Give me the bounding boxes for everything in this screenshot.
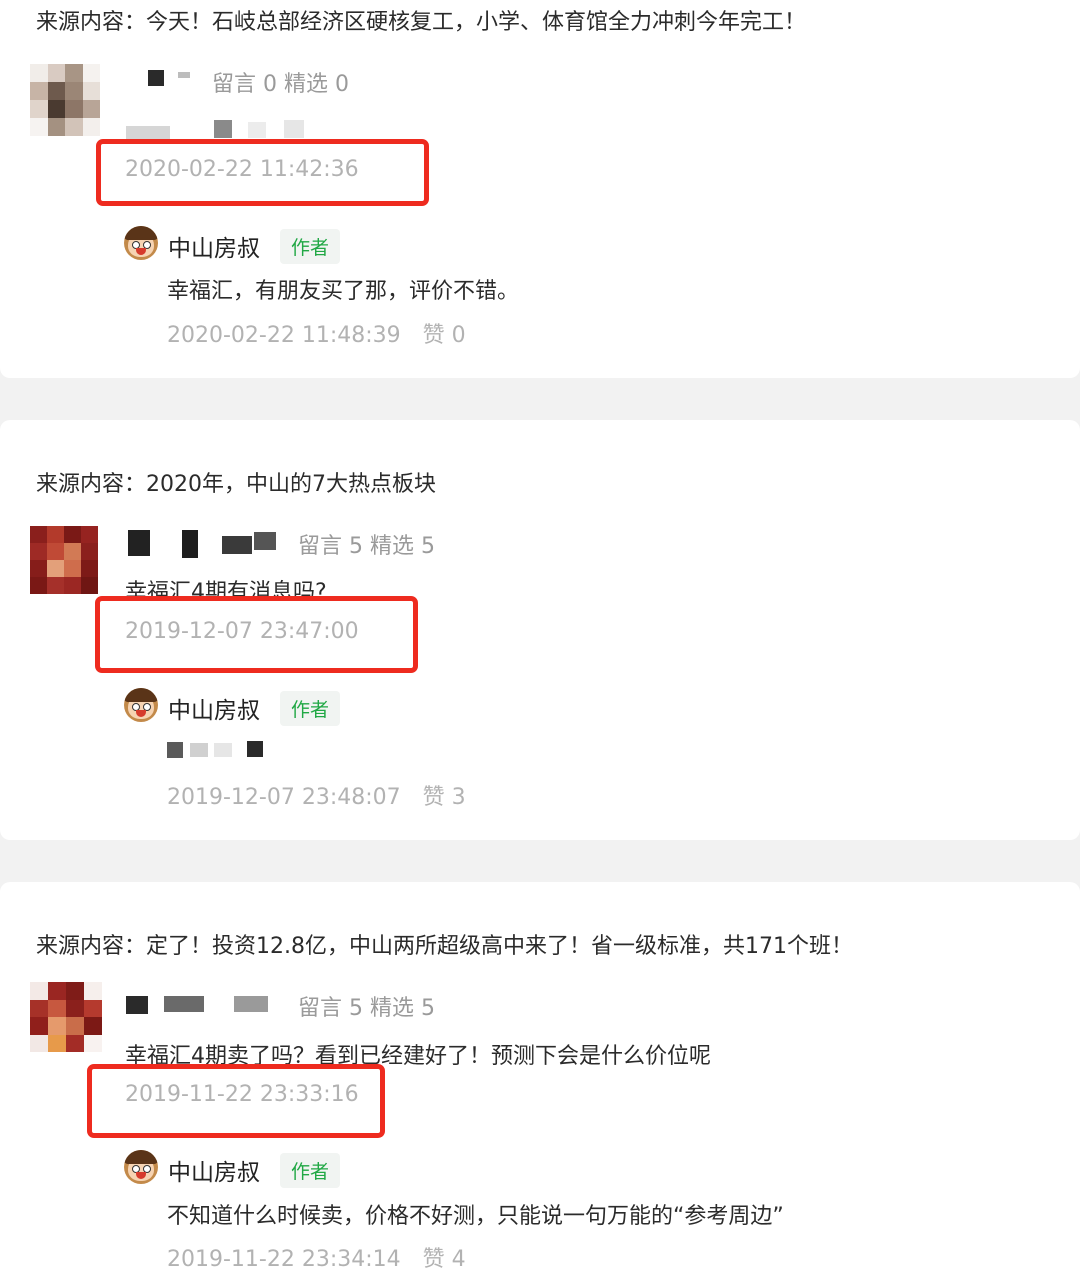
source-line[interactable]: 来源内容：今天！石岐总部经济区硬核复工，小学、体育馆全力冲刺今年完工！ bbox=[36, 4, 806, 36]
like-button[interactable]: 赞 0 bbox=[423, 323, 466, 348]
source-title: 今天！石岐总部经济区硬核复工，小学、体育馆全力冲刺今年完工！ bbox=[146, 10, 807, 35]
source-title: 定了！投资12.8亿，中山两所超级高中来了！省一级标准，共171个班！ bbox=[146, 934, 853, 959]
author-avatar[interactable] bbox=[124, 1150, 158, 1184]
blurred-reply bbox=[167, 742, 183, 758]
highlight-box bbox=[96, 139, 429, 206]
commenter-stats: 留言 0 精选 0 bbox=[212, 72, 349, 97]
reply-meta: 2020-02-22 11:48:39 赞 0 bbox=[167, 317, 466, 349]
author-avatar[interactable] bbox=[124, 688, 158, 722]
blurred-username bbox=[126, 996, 148, 1014]
author-badge: 作者 bbox=[280, 1153, 341, 1188]
blurred-comment bbox=[126, 126, 170, 140]
source-line[interactable]: 来源内容：定了！投资12.8亿，中山两所超级高中来了！省一级标准，共171个班！ bbox=[36, 928, 853, 960]
commenter-stats: 留言 5 精选 5 bbox=[298, 996, 435, 1021]
author-name[interactable]: 中山房叔 bbox=[168, 1153, 260, 1187]
blurred-comment bbox=[214, 120, 232, 138]
reply-time: 2019-11-22 23:34:14 bbox=[167, 1247, 401, 1272]
reply-time: 2020-02-22 11:48:39 bbox=[167, 323, 401, 348]
reply-time: 2019-12-07 23:48:07 bbox=[167, 785, 401, 810]
blurred-reply bbox=[247, 741, 263, 757]
source-prefix: 来源内容： bbox=[36, 934, 147, 959]
blurred-username bbox=[164, 996, 204, 1012]
author-name[interactable]: 中山房叔 bbox=[168, 691, 260, 725]
reply-meta: 2019-12-07 23:48:07 赞 3 bbox=[167, 779, 466, 811]
source-line[interactable]: 来源内容：2020年，中山的7大热点板块 bbox=[36, 466, 436, 498]
blurred-username bbox=[148, 70, 164, 86]
blurred-username bbox=[234, 996, 268, 1012]
blurred-username bbox=[178, 72, 190, 78]
comment-card: 来源内容：2020年，中山的7大热点板块 留言 5 精选 5 幸福汇4期有消息吗… bbox=[0, 420, 1080, 840]
commenter-avatar[interactable] bbox=[30, 64, 100, 136]
blurred-username bbox=[222, 536, 252, 554]
blurred-comment bbox=[248, 122, 266, 138]
author-badge: 作者 bbox=[280, 691, 341, 726]
author-avatar[interactable] bbox=[124, 226, 158, 260]
author-name[interactable]: 中山房叔 bbox=[168, 229, 260, 263]
blurred-username bbox=[128, 530, 150, 556]
commenter-avatar[interactable] bbox=[30, 982, 102, 1052]
highlight-box bbox=[87, 1064, 385, 1138]
commenter-stats: 留言 5 精选 5 bbox=[298, 534, 435, 559]
highlight-box bbox=[95, 596, 418, 673]
blurred-reply bbox=[190, 743, 208, 757]
reply-text: 幸福汇，有朋友买了那，评价不错。 bbox=[167, 279, 520, 304]
comment-card: 来源内容：今天！石岐总部经济区硬核复工，小学、体育馆全力冲刺今年完工！ 留言 0… bbox=[0, 0, 1080, 378]
author-badge: 作者 bbox=[280, 229, 341, 264]
blurred-username bbox=[254, 532, 276, 550]
like-button[interactable]: 赞 3 bbox=[423, 785, 466, 810]
comment-card: 来源内容：定了！投资12.8亿，中山两所超级高中来了！省一级标准，共171个班！… bbox=[0, 882, 1080, 1281]
reply-meta: 2019-11-22 23:34:14 赞 4 bbox=[167, 1241, 466, 1273]
commenter-avatar[interactable] bbox=[30, 526, 98, 594]
source-prefix: 来源内容： bbox=[36, 472, 147, 497]
like-button[interactable]: 赞 4 bbox=[423, 1247, 466, 1272]
blurred-comment bbox=[284, 120, 304, 138]
source-title: 2020年，中山的7大热点板块 bbox=[146, 472, 437, 497]
reply-text: 不知道什么时候卖，价格不好测，只能说一句万能的“参考周边” bbox=[167, 1204, 784, 1229]
blurred-username bbox=[182, 530, 198, 558]
source-prefix: 来源内容： bbox=[36, 10, 147, 35]
blurred-reply bbox=[214, 743, 232, 757]
